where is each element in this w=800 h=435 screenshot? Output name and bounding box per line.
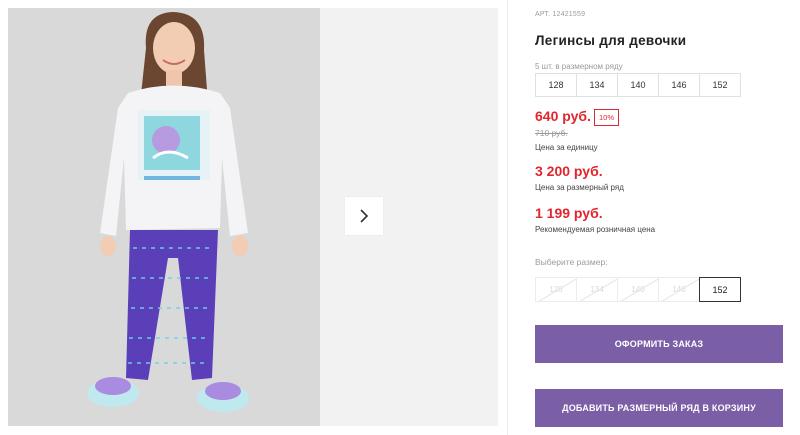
rrp-price: 1 199 руб.	[535, 205, 603, 221]
unit-price-label: Цена за единицу	[535, 143, 598, 152]
size-row-cell: 140	[617, 73, 659, 97]
row-price: 3 200 руб.	[535, 163, 603, 179]
article-number: АРТ. 12421559	[535, 11, 586, 18]
panel-divider	[507, 0, 508, 435]
chevron-right-icon	[360, 209, 369, 223]
size-option-disabled: 128	[535, 277, 577, 302]
add-row-to-cart-button[interactable]: ДОБАВИТЬ РАЗМЕРНЫЙ РЯД В КОРЗИНУ	[535, 389, 783, 427]
girl-illustration	[8, 8, 320, 426]
rrp-label: Рекомендуемая розничная цена	[535, 225, 656, 234]
size-row: 128 134 140 146 152	[535, 73, 741, 97]
size-row-label: 5 шт. в размерном ряду	[535, 62, 623, 71]
place-order-button[interactable]: ОФОРМИТЬ ЗАКАЗ	[535, 325, 783, 363]
discount-badge: 10%	[594, 109, 620, 126]
unit-price: 640 руб.	[535, 108, 591, 124]
product-title: Легинсы для девочки	[535, 33, 687, 48]
size-option-disabled: 134	[576, 277, 618, 302]
size-selector: 128 134 140 146 152	[535, 277, 741, 302]
old-price: 710 руб.	[535, 128, 568, 138]
next-photo-button[interactable]	[345, 197, 383, 235]
row-price-label: Цена за размерный ряд	[535, 183, 624, 192]
size-option-disabled: 140	[617, 277, 659, 302]
size-option-selected[interactable]: 152	[699, 277, 741, 302]
strike-icon	[661, 278, 699, 301]
size-row-cell: 152	[699, 73, 741, 97]
size-row-cell: 128	[535, 73, 577, 97]
strike-icon	[620, 278, 658, 301]
product-photo[interactable]	[8, 8, 320, 426]
strike-icon	[538, 278, 576, 301]
product-info-panel: АРТ. 12421559 Легинсы для девочки 5 шт. …	[535, 0, 790, 435]
size-option-label: 152	[712, 284, 728, 295]
size-row-cell: 134	[576, 73, 618, 97]
size-row-cell: 146	[658, 73, 700, 97]
choose-size-label: Выберите размер:	[535, 257, 608, 267]
product-gallery	[8, 8, 498, 426]
strike-icon	[579, 278, 617, 301]
size-option-disabled: 146	[658, 277, 700, 302]
